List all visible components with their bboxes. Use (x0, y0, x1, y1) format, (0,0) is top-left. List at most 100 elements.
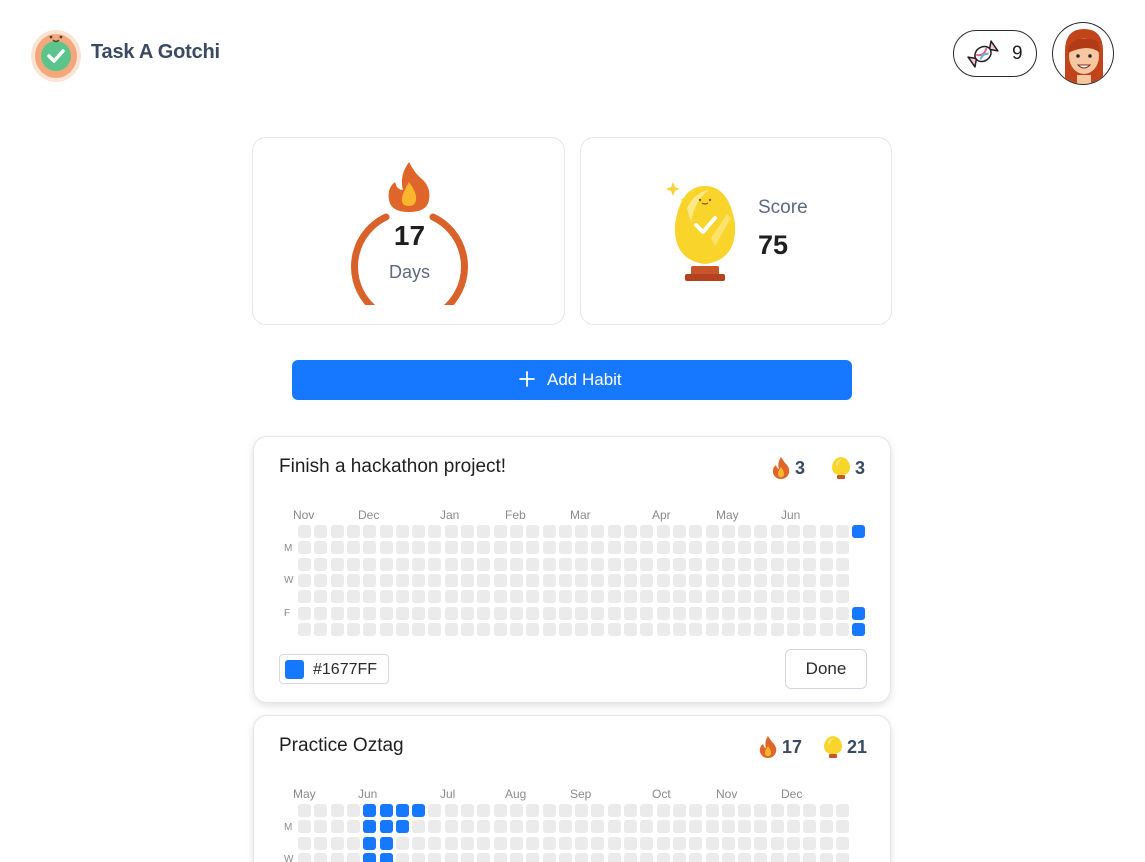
heatmap-day (721, 852, 735, 862)
heatmap-day (346, 804, 360, 817)
heatmap-day (509, 836, 523, 850)
heatmap-day (493, 852, 507, 862)
score-card: Score 75 (580, 137, 892, 325)
heatmap-day (803, 541, 817, 555)
heatmap-day-completed (363, 852, 377, 862)
heatmap-day (607, 804, 621, 817)
heatmap-day (330, 525, 344, 538)
heatmap-day (721, 590, 735, 604)
heatmap-day (754, 622, 768, 636)
heatmap-day (461, 541, 474, 555)
heatmap-day (412, 590, 426, 604)
heatmap-day (575, 836, 589, 850)
heatmap-day (738, 557, 752, 571)
heatmap-day (721, 606, 735, 620)
heatmap-day (819, 590, 833, 604)
score-label: Score (758, 197, 808, 218)
habit-egg-count: 3 (855, 457, 866, 478)
heatmap-day (477, 525, 491, 538)
weekday-label: W (284, 575, 294, 586)
heatmap-day (787, 606, 800, 620)
heatmap-day (705, 590, 719, 604)
heatmap-day (689, 820, 703, 834)
heatmap-day (558, 820, 572, 834)
user-avatar[interactable] (1052, 22, 1114, 85)
heatmap-day (607, 836, 621, 850)
heatmap-day (526, 590, 540, 604)
heatmap-day (787, 590, 800, 604)
heatmap-day (607, 606, 621, 620)
heatmap-day (542, 590, 556, 604)
heatmap-day (477, 541, 491, 555)
habit-card[interactable]: Finish a hackathon project! 3 3 Nov Dec … (253, 436, 891, 703)
heatmap-day (428, 836, 442, 850)
heatmap-day (330, 820, 344, 834)
weekday-label: F (284, 608, 291, 619)
habit-egg-count: 21 (847, 736, 868, 757)
heatmap-day (770, 606, 784, 620)
habit-card[interactable]: Practice Oztag 17 21 May Jun Jul Aug Sep… (253, 715, 891, 862)
heatmap-day (672, 557, 686, 571)
heatmap-day (526, 606, 540, 620)
candy-counter[interactable]: 9 (953, 30, 1037, 77)
heatmap-day (575, 590, 589, 604)
heatmap-day (754, 836, 768, 850)
heatmap-day (640, 557, 654, 571)
habit-eggs: 21 (823, 734, 867, 760)
heatmap-day (803, 820, 817, 834)
heatmap-day (346, 622, 360, 636)
heatmap-day-completed (379, 836, 393, 850)
heatmap-day (656, 541, 670, 555)
heatmap-day (493, 622, 507, 636)
heatmap-day (558, 852, 572, 862)
color-hex-value: #1677FF (313, 661, 378, 678)
heatmap-day (379, 557, 393, 571)
add-habit-button[interactable]: Add Habit (292, 360, 852, 400)
heatmap-day (624, 606, 637, 620)
heatmap-day (575, 541, 589, 555)
done-button[interactable]: Done (785, 649, 867, 689)
weekday-label: M (284, 543, 293, 554)
heatmap-day-completed (379, 804, 393, 817)
heatmap-day (705, 557, 719, 571)
heatmap-day (444, 541, 458, 555)
heatmap-day (428, 852, 442, 862)
plus-icon (519, 371, 535, 387)
heatmap-day (363, 606, 377, 620)
app-title[interactable]: Task A Gotchi (91, 41, 220, 64)
heatmap-day (835, 525, 849, 538)
heatmap-day (330, 573, 344, 587)
heatmap-day (379, 573, 393, 587)
heatmap-day (477, 804, 491, 817)
logo-egg-icon[interactable] (30, 26, 82, 82)
heatmap-day (428, 820, 442, 834)
month-label: Aug (505, 787, 527, 801)
heatmap-day (754, 820, 768, 834)
heatmap-day (428, 541, 442, 555)
heatmap-day (477, 622, 491, 636)
heatmap-day (835, 557, 849, 571)
habit-color-picker[interactable]: #1677FF (279, 654, 389, 684)
heatmap-day (558, 573, 572, 587)
heatmap-day (738, 541, 752, 555)
heatmap-day (575, 525, 589, 538)
heatmap-day (819, 606, 833, 620)
heatmap-day (412, 525, 426, 538)
heatmap-day (835, 804, 849, 817)
heatmap-day (493, 590, 507, 604)
heatmap-day (591, 541, 605, 555)
heatmap-day (477, 852, 491, 862)
heatmap-day (509, 820, 523, 834)
golden-egg-icon (824, 736, 842, 758)
month-label: Nov (293, 508, 315, 522)
heatmap-day (575, 606, 589, 620)
heatmap-day (542, 836, 556, 850)
heatmap-day-completed (363, 836, 377, 850)
heatmap-day (558, 836, 572, 850)
heatmap-day (428, 590, 442, 604)
heatmap-day (738, 852, 752, 862)
flame-icon (772, 457, 790, 479)
heatmap-day (330, 836, 344, 850)
heatmap-day (819, 622, 833, 636)
heatmap-day (428, 804, 442, 817)
